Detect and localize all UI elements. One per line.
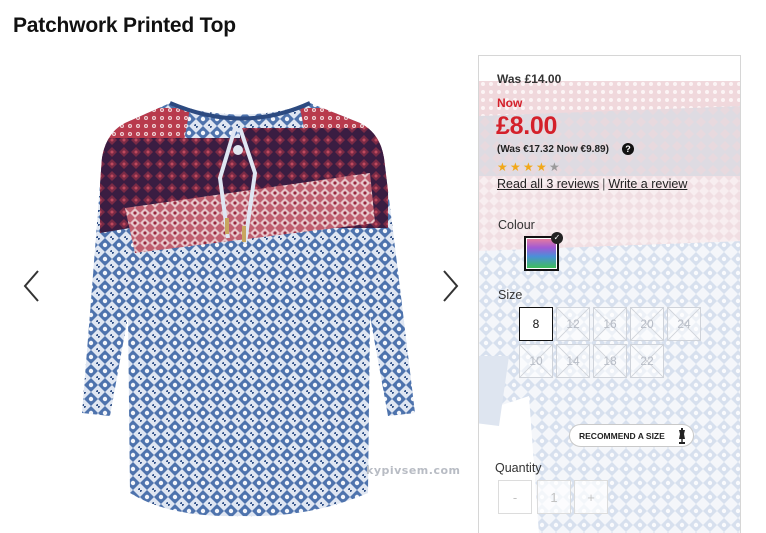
star-filled-icon: ★ (510, 160, 521, 174)
swatch-fill (527, 239, 556, 268)
recommend-size-label: RECOMMEND A SIZE (579, 430, 665, 441)
size-option-16[interactable]: 16 (593, 307, 627, 341)
purchase-panel: Was £14.00 Now £8.00 (Was €17.32 Now €9.… (478, 55, 741, 533)
star-filled-icon: ★ (536, 160, 547, 174)
size-grid: 8 12 16 20 24 10 14 18 22 (519, 307, 709, 378)
now-price: £8.00 (496, 112, 558, 140)
reviews-links: Read all 3 reviews | Write a review (497, 177, 687, 191)
quantity-input[interactable]: 1 (537, 480, 571, 514)
quantity-increase-button[interactable]: + (574, 480, 608, 514)
size-option-10[interactable]: 10 (519, 344, 553, 378)
size-option-8[interactable]: 8 (519, 307, 553, 341)
colour-label: Colour (498, 218, 535, 232)
write-review-link[interactable]: Write a review (608, 177, 687, 191)
size-option-12[interactable]: 12 (556, 307, 590, 341)
size-option-label: 8 (532, 317, 540, 331)
check-badge-icon: ✓ (551, 232, 563, 244)
mannequin-icon (679, 428, 685, 444)
chevron-left-icon[interactable] (20, 268, 44, 304)
quantity-label: Quantity (495, 461, 542, 475)
size-option-label: 22 (640, 354, 654, 368)
now-label: Now (497, 96, 523, 110)
size-option-label: 18 (603, 354, 617, 368)
euro-price-line: (Was €17.32 Now €9.89) (497, 144, 609, 155)
size-option-20[interactable]: 20 (630, 307, 664, 341)
size-option-label: 14 (566, 354, 580, 368)
reviews-separator: | (602, 177, 606, 191)
star-filled-icon: ★ (497, 160, 508, 174)
size-option-label: 10 (529, 354, 543, 368)
size-option-label: 16 (603, 317, 617, 331)
size-option-24[interactable]: 24 (667, 307, 701, 341)
star-empty-icon: ★ (549, 160, 560, 174)
size-option-18[interactable]: 18 (593, 344, 627, 378)
star-filled-icon: ★ (523, 160, 534, 174)
cropped-breadcrumb (0, 0, 766, 6)
size-option-label: 20 (640, 317, 654, 331)
product-image (82, 101, 415, 517)
was-price: Was £14.00 (497, 72, 562, 86)
chevron-right-icon[interactable] (438, 268, 462, 304)
size-option-14[interactable]: 14 (556, 344, 590, 378)
size-option-22[interactable]: 22 (630, 344, 664, 378)
read-reviews-link[interactable]: Read all 3 reviews (497, 177, 599, 191)
quantity-decrease-button[interactable]: - (498, 480, 532, 514)
page-title: Patchwork Printed Top (13, 14, 236, 37)
size-label: Size (498, 288, 523, 302)
recommend-size-button[interactable]: RECOMMEND A SIZE (569, 424, 694, 447)
watermark: kypivsem.com (366, 464, 461, 477)
question-circle-icon[interactable]: ? (622, 143, 634, 155)
size-option-label: 12 (566, 317, 580, 331)
size-option-label: 24 (677, 317, 691, 331)
star-rating: ★ ★ ★ ★ ★ (497, 161, 561, 173)
